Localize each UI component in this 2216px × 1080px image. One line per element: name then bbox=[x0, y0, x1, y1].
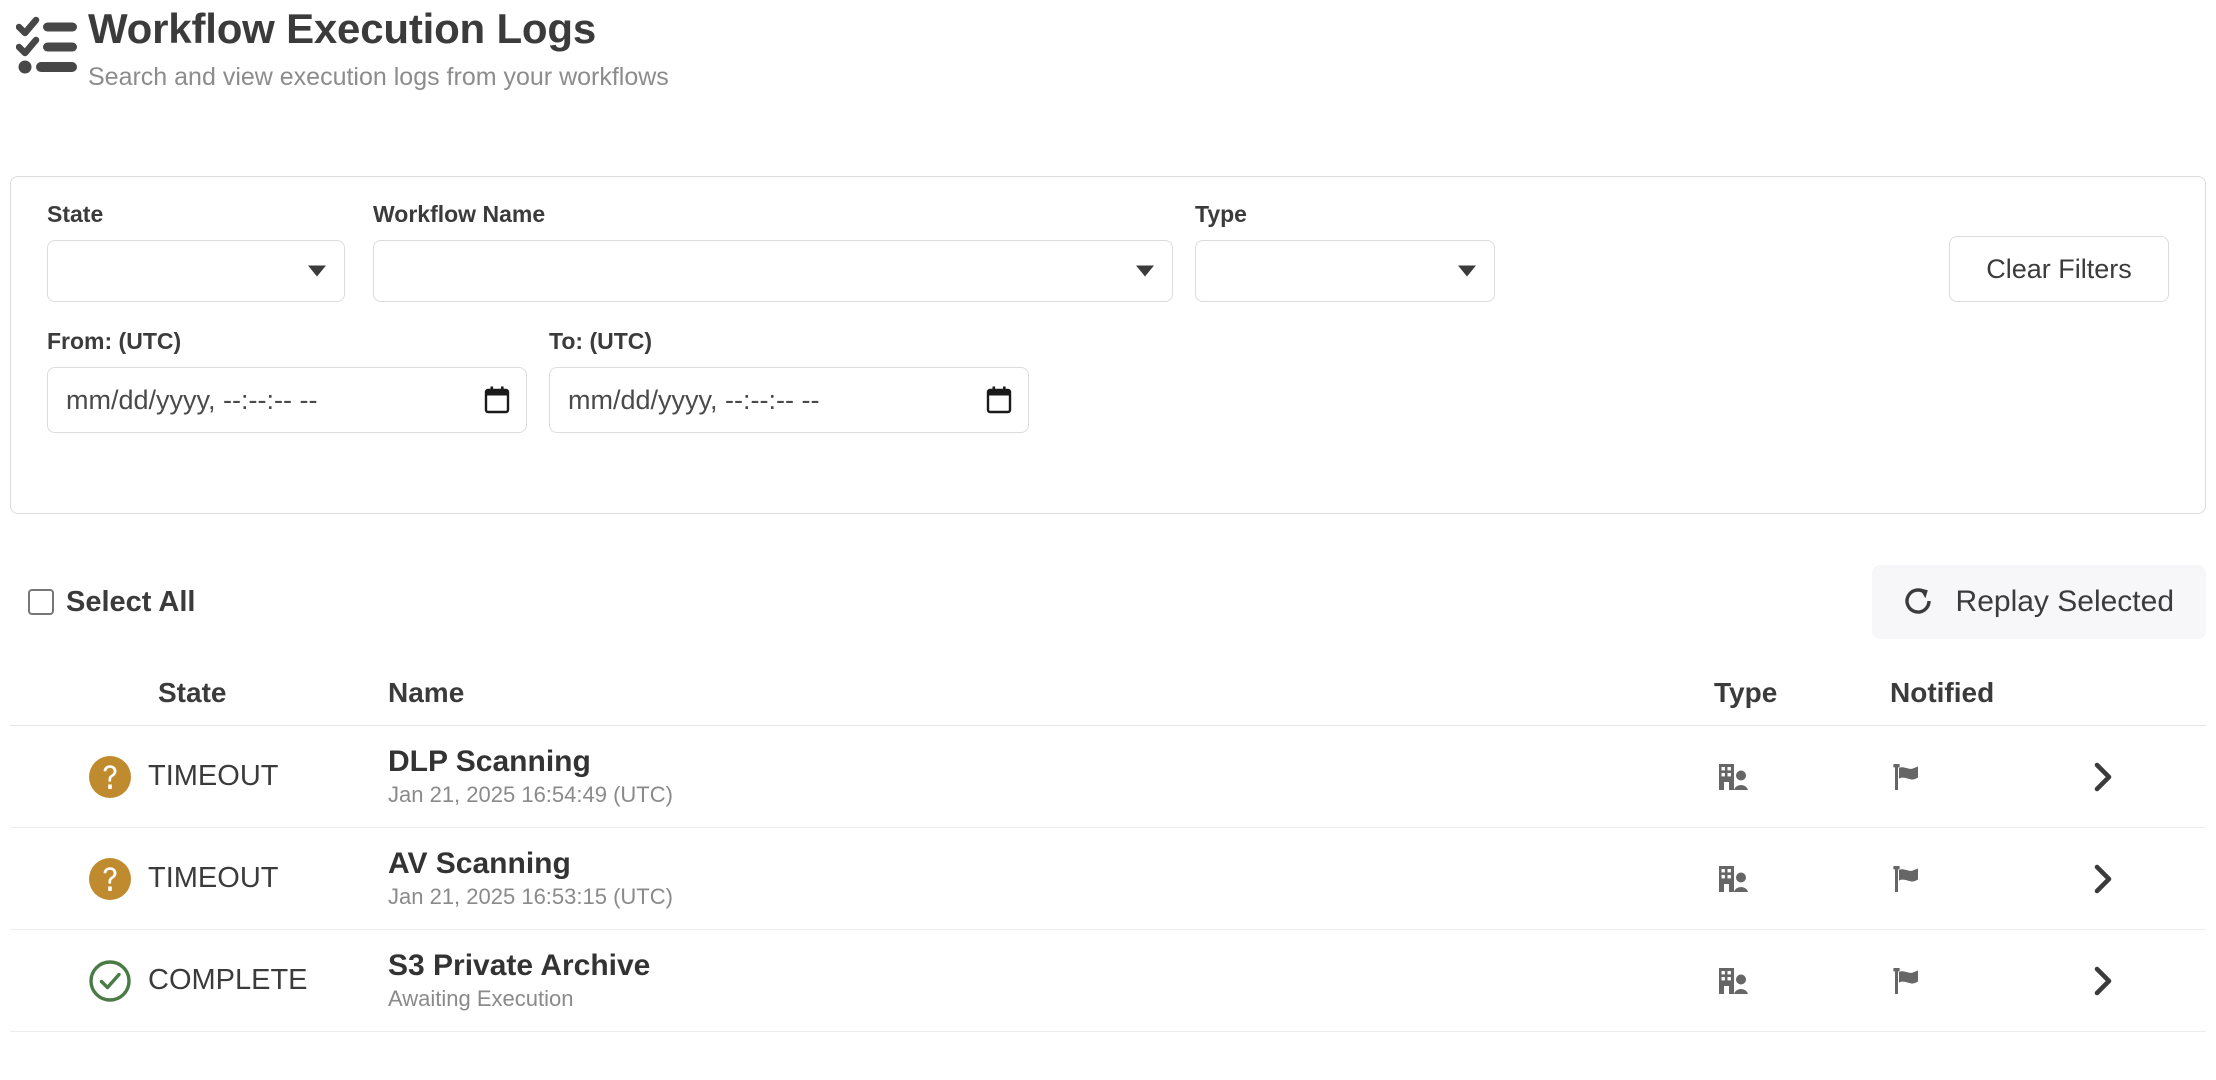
to-date-label: To: (UTC) bbox=[549, 328, 653, 354]
row-state-cell: COMPLETE bbox=[10, 959, 350, 1003]
to-date-input[interactable]: mm/dd/yyyy, --:--:-- -- bbox=[549, 367, 1029, 433]
execution-logs-table: State Name Type Notified TIMEOUT DLP Sca… bbox=[10, 666, 2206, 1032]
question-circle-icon bbox=[88, 755, 132, 799]
chevron-right-icon[interactable] bbox=[2086, 862, 2120, 896]
row-name-subtitle: Awaiting Execution bbox=[388, 986, 574, 1012]
calendar-icon[interactable] bbox=[986, 386, 1012, 414]
row-state-label: COMPLETE bbox=[148, 964, 308, 996]
row-notified-cell bbox=[1890, 862, 2086, 896]
row-state-label: TIMEOUT bbox=[148, 862, 279, 894]
page-header: Workflow Execution Logs Search and view … bbox=[10, 0, 2206, 118]
type-filter-select[interactable] bbox=[1195, 240, 1495, 302]
refresh-icon bbox=[1902, 585, 1934, 620]
chevron-down-icon bbox=[1136, 265, 1154, 277]
state-filter-label: State bbox=[47, 201, 104, 227]
question-circle-icon bbox=[88, 857, 132, 901]
checklist-icon bbox=[15, 14, 80, 78]
building-user-icon bbox=[1714, 962, 1752, 1000]
calendar-icon[interactable] bbox=[484, 386, 510, 414]
row-expand-cell[interactable] bbox=[2086, 964, 2206, 998]
workflow-name-filter-label: Workflow Name bbox=[373, 201, 546, 227]
row-state-cell: TIMEOUT bbox=[10, 755, 350, 799]
row-state-cell: TIMEOUT bbox=[10, 857, 350, 901]
table-row[interactable]: TIMEOUT AV Scanning Jan 21, 2025 16:53:1… bbox=[10, 828, 2206, 930]
chevron-down-icon bbox=[1458, 265, 1476, 277]
table-row[interactable]: TIMEOUT DLP Scanning Jan 21, 2025 16:54:… bbox=[10, 726, 2206, 828]
row-name-subtitle: Jan 21, 2025 16:54:49 (UTC) bbox=[388, 782, 673, 808]
row-name-title: DLP Scanning bbox=[388, 745, 591, 779]
column-header-type: Type bbox=[1714, 676, 1778, 708]
row-type-cell bbox=[1714, 758, 1890, 796]
select-all-control[interactable]: Select All bbox=[28, 585, 196, 618]
column-header-state: State bbox=[158, 676, 227, 708]
row-type-cell bbox=[1714, 962, 1890, 1000]
page-subtitle: Search and view execution logs from your… bbox=[88, 63, 669, 91]
chevron-down-icon bbox=[308, 265, 326, 277]
workflow-execution-logs-page: Workflow Execution Logs Search and view … bbox=[0, 0, 2216, 1080]
row-name-cell: S3 Private Archive Awaiting Execution bbox=[350, 949, 1714, 1011]
filter-panel: State Workflow Name Type Clear Filters F… bbox=[10, 176, 2206, 514]
select-all-label: Select All bbox=[66, 585, 196, 618]
filter-row-dates: From: (UTC) mm/dd/yyyy, --:--:-- -- To: … bbox=[47, 330, 2169, 433]
row-name-title: S3 Private Archive bbox=[388, 949, 651, 983]
from-date-label: From: (UTC) bbox=[47, 328, 182, 354]
building-user-icon bbox=[1714, 860, 1752, 898]
clear-filters-button[interactable]: Clear Filters bbox=[1949, 236, 2169, 302]
flag-icon bbox=[1890, 760, 1924, 794]
replay-selected-label: Replay Selected bbox=[1955, 585, 2174, 618]
row-expand-cell[interactable] bbox=[2086, 760, 2206, 794]
flag-icon bbox=[1890, 862, 1924, 896]
chevron-right-icon[interactable] bbox=[2086, 964, 2120, 998]
filter-row-primary: State Workflow Name Type Clear Filters bbox=[47, 203, 2169, 302]
replay-selected-button[interactable]: Replay Selected bbox=[1871, 565, 2206, 639]
check-circle-icon bbox=[88, 959, 132, 1003]
column-header-notified: Notified bbox=[1890, 676, 1995, 708]
workflow-name-filter-select[interactable] bbox=[373, 240, 1173, 302]
to-date-field: To: (UTC) mm/dd/yyyy, --:--:-- -- bbox=[549, 330, 1029, 433]
state-filter-field: State bbox=[47, 203, 345, 302]
row-state-label: TIMEOUT bbox=[148, 760, 279, 792]
row-notified-cell bbox=[1890, 964, 2086, 998]
row-name-title: AV Scanning bbox=[388, 847, 571, 881]
row-name-cell: DLP Scanning Jan 21, 2025 16:54:49 (UTC) bbox=[350, 745, 1714, 807]
chevron-right-icon[interactable] bbox=[2086, 760, 2120, 794]
select-all-checkbox[interactable] bbox=[28, 589, 54, 615]
page-title: Workflow Execution Logs bbox=[88, 5, 596, 52]
action-bar: Select All Replay Selected bbox=[10, 560, 2206, 644]
building-user-icon bbox=[1714, 758, 1752, 796]
from-date-field: From: (UTC) mm/dd/yyyy, --:--:-- -- bbox=[47, 330, 527, 433]
row-expand-cell[interactable] bbox=[2086, 862, 2206, 896]
type-filter-field: Type bbox=[1195, 203, 1495, 302]
row-notified-cell bbox=[1890, 760, 2086, 794]
header-text-group: Workflow Execution Logs Search and view … bbox=[88, 8, 669, 92]
flag-icon bbox=[1890, 964, 1924, 998]
column-header-name: Name bbox=[388, 676, 465, 708]
row-type-cell bbox=[1714, 860, 1890, 898]
to-date-placeholder: mm/dd/yyyy, --:--:-- -- bbox=[568, 384, 820, 415]
state-filter-select[interactable] bbox=[47, 240, 345, 302]
from-date-input[interactable]: mm/dd/yyyy, --:--:-- -- bbox=[47, 367, 527, 433]
table-row[interactable]: COMPLETE S3 Private Archive Awaiting Exe… bbox=[10, 930, 2206, 1032]
row-name-cell: AV Scanning Jan 21, 2025 16:53:15 (UTC) bbox=[350, 847, 1714, 909]
workflow-name-filter-field: Workflow Name bbox=[373, 203, 1173, 302]
from-date-placeholder: mm/dd/yyyy, --:--:-- -- bbox=[66, 384, 318, 415]
table-header-row: State Name Type Notified bbox=[10, 666, 2206, 726]
row-name-subtitle: Jan 21, 2025 16:53:15 (UTC) bbox=[388, 884, 673, 910]
type-filter-label: Type bbox=[1195, 201, 1247, 227]
